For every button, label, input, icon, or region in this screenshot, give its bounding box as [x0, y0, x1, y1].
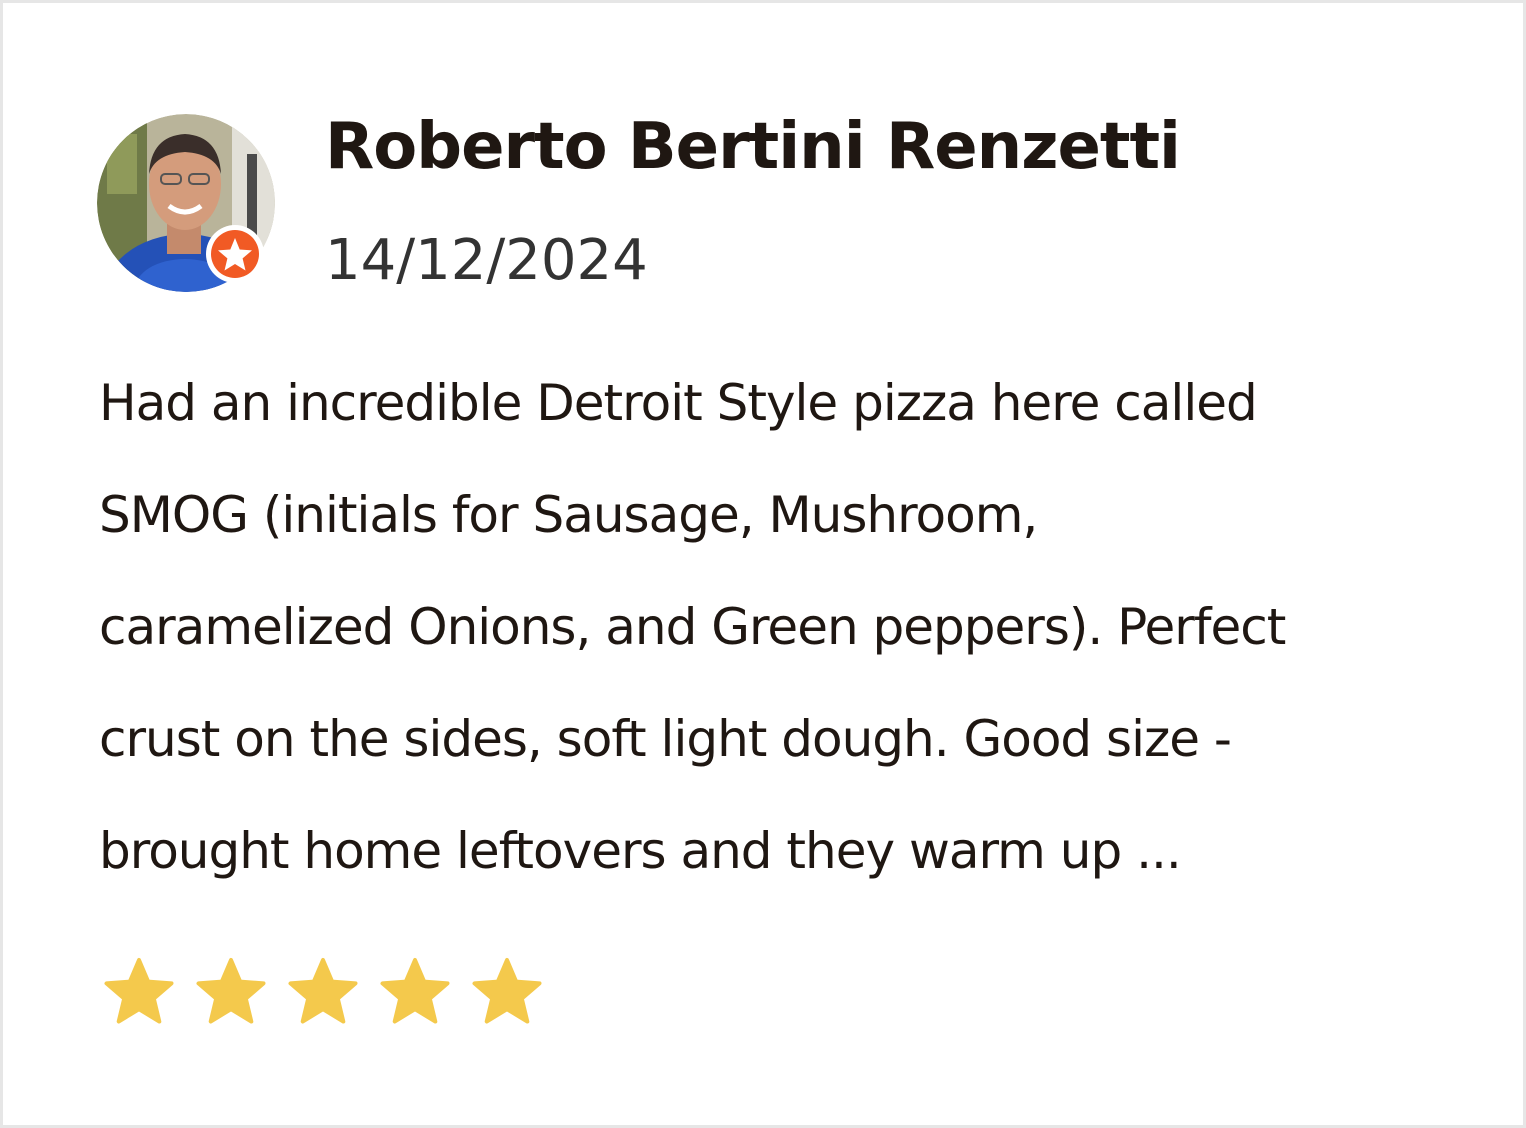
star-icon [288, 958, 358, 1024]
avatar[interactable] [97, 114, 275, 292]
star-rating [103, 957, 563, 1027]
review-text-line: Had an incredible Detroit Style pizza he… [99, 374, 1258, 432]
review-text-line: caramelized Onions, and Green peppers). … [99, 598, 1286, 656]
review-text-line: brought home leftovers and they warm up … [99, 822, 1182, 880]
star-icon [104, 958, 174, 1024]
reviewer-name[interactable]: Roberto Bertini Renzetti [325, 107, 1181, 187]
review-text-line: SMOG (initials for Sausage, Mushroom, [99, 486, 1038, 544]
review-date: 14/12/2024 [325, 228, 648, 293]
review-card: Roberto Bertini Renzetti 14/12/2024 Had … [0, 0, 1526, 1128]
star-icon [472, 958, 542, 1024]
review-text: Had an incredible Detroit Style pizza he… [99, 347, 1459, 907]
star-icon [196, 958, 266, 1024]
star-icon [380, 958, 450, 1024]
elite-star-badge-icon [206, 225, 264, 283]
review-text-line: crust on the sides, soft light dough. Go… [99, 710, 1232, 768]
